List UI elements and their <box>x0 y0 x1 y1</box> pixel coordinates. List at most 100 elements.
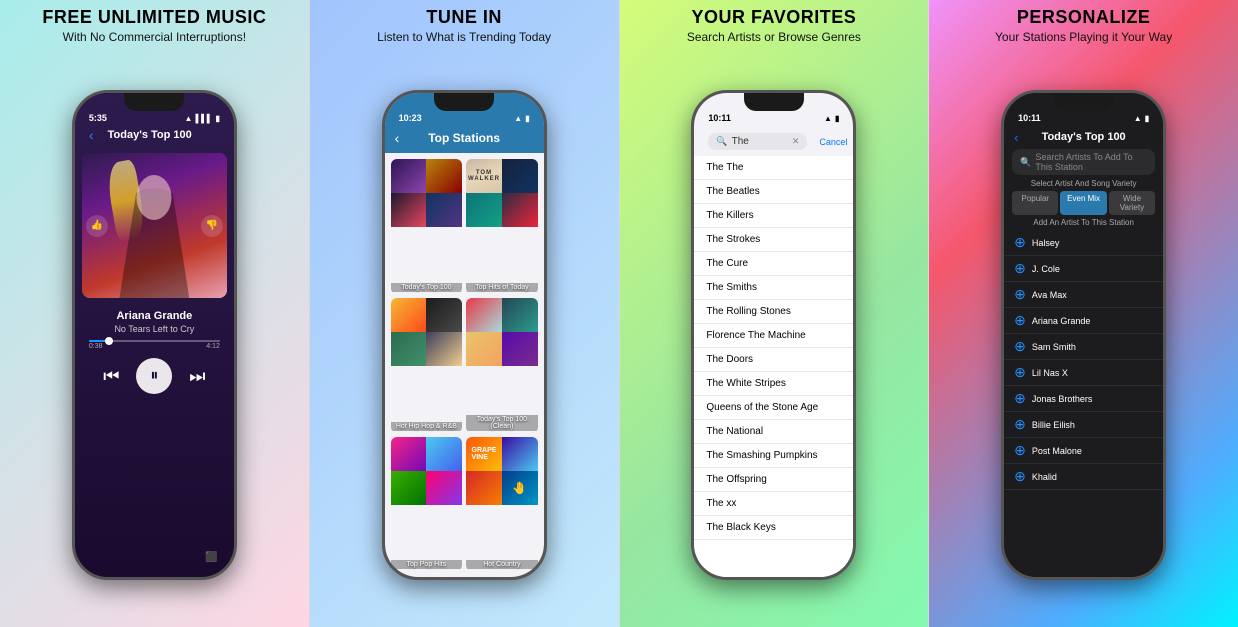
search-icon-4: 🔍 <box>1020 157 1031 168</box>
phone-2-nav: ‹ Top Stations <box>385 127 544 153</box>
panel-4-subtitle: Your Stations Playing it Your Way <box>939 30 1228 44</box>
station-item-3[interactable]: Hot Hip Hop & R&B <box>391 298 463 433</box>
play-pause-button[interactable]: ⏸ <box>136 358 172 394</box>
album-cell-4 <box>426 193 462 227</box>
next-button[interactable]: ⏭ <box>184 363 210 389</box>
phone-1-artist: Ariana Grande <box>85 310 224 322</box>
result-the-national[interactable]: The National <box>694 420 853 444</box>
variety-popular[interactable]: Popular <box>1012 191 1058 215</box>
album-cell-5: TOMWALKER <box>466 159 502 193</box>
phone-4-notch <box>1054 93 1114 111</box>
wifi-icon-2: ▲ <box>514 114 522 123</box>
artist-ava-max[interactable]: ⊕ Ava Max <box>1004 282 1163 308</box>
phone-3-cancel[interactable]: Cancel <box>819 137 847 147</box>
result-the-smashing-pumpkins[interactable]: The Smashing Pumpkins <box>694 444 853 468</box>
phone-1-song: No Tears Left to Cry <box>85 324 224 334</box>
add-post-icon[interactable]: ⊕ <box>1014 442 1026 459</box>
artist-post-malone[interactable]: ⊕ Post Malone <box>1004 438 1163 464</box>
result-the-the[interactable]: The The <box>694 156 853 180</box>
phone-2-frame: 10:23 ▲ ▮ ‹ Top Stations <box>382 90 547 580</box>
artist-lil-nas[interactable]: ⊕ Lil Nas X <box>1004 360 1163 386</box>
battery-icon-3: ▮ <box>835 114 839 123</box>
station-thumb-6: GRAPEVINE 🤚 <box>466 437 538 505</box>
phone-1-screen: 5:35 ▲ ▌▌▌ ▮ ‹ Today's Top 100 <box>75 93 234 577</box>
album-cell-9 <box>391 298 427 332</box>
add-ava-max-icon[interactable]: ⊕ <box>1014 286 1026 303</box>
panel-4-title: PERSONALIZE <box>939 8 1228 28</box>
result-the-smiths[interactable]: The Smiths <box>694 276 853 300</box>
variety-wide[interactable]: Wide Variety <box>1109 191 1155 215</box>
variety-even-mix[interactable]: Even Mix <box>1060 191 1106 215</box>
station-label-5: Top Pop Hits <box>391 560 463 569</box>
phone-3-search-bar[interactable]: 🔍 The ✕ <box>708 133 807 150</box>
time-current: 0:38 <box>89 343 103 350</box>
wifi-icon-4: ▲ <box>1134 114 1142 123</box>
panel-tune-in: TUNE IN Listen to What is Trending Today… <box>310 0 619 627</box>
result-queens[interactable]: Queens of the Stone Age <box>694 396 853 420</box>
artist-halsey[interactable]: ⊕ Halsey <box>1004 230 1163 256</box>
phone-4-search-bar[interactable]: 🔍 Search Artists To Add To This Station <box>1012 149 1155 175</box>
phone-4-container: 10:11 ▲ ▮ ‹ Today's Top 100 🔍 Search Art… <box>991 50 1176 627</box>
result-the-xx[interactable]: The xx <box>694 492 853 516</box>
station-item-1[interactable]: Today's Top 100 <box>391 159 463 294</box>
album-cell-13 <box>466 298 502 332</box>
phone-3-frame: 10:11 ▲ ▮ 🔍 The ✕ Cancel The The <box>691 90 856 580</box>
add-ariana-icon[interactable]: ⊕ <box>1014 312 1026 329</box>
artist-ava-max-name: Ava Max <box>1032 290 1067 300</box>
artist-khalid-name: Khalid <box>1032 472 1057 482</box>
phone-1-progress[interactable]: 0:38 4:12 <box>75 336 234 352</box>
phone-4-search-text: Search Artists To Add To This Station <box>1035 152 1147 172</box>
artist-ariana[interactable]: ⊕ Ariana Grande <box>1004 308 1163 334</box>
add-sam-icon[interactable]: ⊕ <box>1014 338 1026 355</box>
phone-4-nav-title: Today's Top 100 <box>1042 131 1126 143</box>
add-billie-icon[interactable]: ⊕ <box>1014 416 1026 433</box>
artist-jcole-name: J. Cole <box>1032 264 1060 274</box>
back-icon[interactable]: ‹ <box>89 127 94 143</box>
result-the-offspring[interactable]: The Offspring <box>694 468 853 492</box>
result-the-killers[interactable]: The Killers <box>694 204 853 228</box>
search-clear-icon[interactable]: ✕ <box>792 136 800 147</box>
phone-1-song-info: Ariana Grande No Tears Left to Cry <box>75 304 234 336</box>
artist-sam-smith[interactable]: ⊕ Sam Smith <box>1004 334 1163 360</box>
thumbs-up-icon[interactable]: 👍 <box>86 215 108 237</box>
artist-billie[interactable]: ⊕ Billie Eilish <box>1004 412 1163 438</box>
result-the-doors[interactable]: The Doors <box>694 348 853 372</box>
result-the-black-keys[interactable]: The Black Keys <box>694 516 853 540</box>
station-thumb-3 <box>391 298 463 366</box>
station-item-6[interactable]: GRAPEVINE 🤚 Hot Country <box>466 437 538 572</box>
station-label-6: Hot Country <box>466 560 538 569</box>
result-the-strokes[interactable]: The Strokes <box>694 228 853 252</box>
add-jcole-icon[interactable]: ⊕ <box>1014 260 1026 277</box>
artist-jcole[interactable]: ⊕ J. Cole <box>1004 256 1163 282</box>
add-jonas-icon[interactable]: ⊕ <box>1014 390 1026 407</box>
album-cell-10 <box>426 298 462 332</box>
add-halsey-icon[interactable]: ⊕ <box>1014 234 1026 251</box>
airplay-icon[interactable]: ⬛ <box>205 552 217 563</box>
artist-sam-smith-name: Sam Smith <box>1032 342 1076 352</box>
back-icon-2[interactable]: ‹ <box>395 130 400 146</box>
artist-jonas[interactable]: ⊕ Jonas Brothers <box>1004 386 1163 412</box>
result-the-rolling-stones[interactable]: The Rolling Stones <box>694 300 853 324</box>
station-item-2[interactable]: TOMWALKER Top Hits of Today <box>466 159 538 294</box>
result-the-beatles[interactable]: The Beatles <box>694 180 853 204</box>
phone-3-notch <box>744 93 804 111</box>
thumbs-down-icon[interactable]: 👎 <box>201 215 223 237</box>
phone-1-album-art: 👍 👎 <box>82 153 227 298</box>
back-icon-4[interactable]: ‹ <box>1014 130 1018 145</box>
add-khalid-icon[interactable]: ⊕ <box>1014 468 1026 485</box>
station-item-4[interactable]: Today's Top 100 (Clean) <box>466 298 538 433</box>
add-lil-nas-icon[interactable]: ⊕ <box>1014 364 1026 381</box>
station-item-5[interactable]: Top Pop Hits <box>391 437 463 572</box>
artist-lil-nas-name: Lil Nas X <box>1032 368 1068 378</box>
album-cell-14 <box>502 298 538 332</box>
album-cell-20 <box>426 471 462 505</box>
result-the-cure[interactable]: The Cure <box>694 252 853 276</box>
phone-3-container: 10:11 ▲ ▮ 🔍 The ✕ Cancel The The <box>681 50 866 627</box>
prev-button[interactable]: ⏮ <box>98 363 124 389</box>
battery-icon-2: ▮ <box>525 114 529 123</box>
search-icon-3: 🔍 <box>716 136 727 147</box>
result-the-white-stripes[interactable]: The White Stripes <box>694 372 853 396</box>
result-florence[interactable]: Florence The Machine <box>694 324 853 348</box>
phone-2-container: 10:23 ▲ ▮ ‹ Top Stations <box>372 50 557 627</box>
artist-khalid[interactable]: ⊕ Khalid <box>1004 464 1163 490</box>
